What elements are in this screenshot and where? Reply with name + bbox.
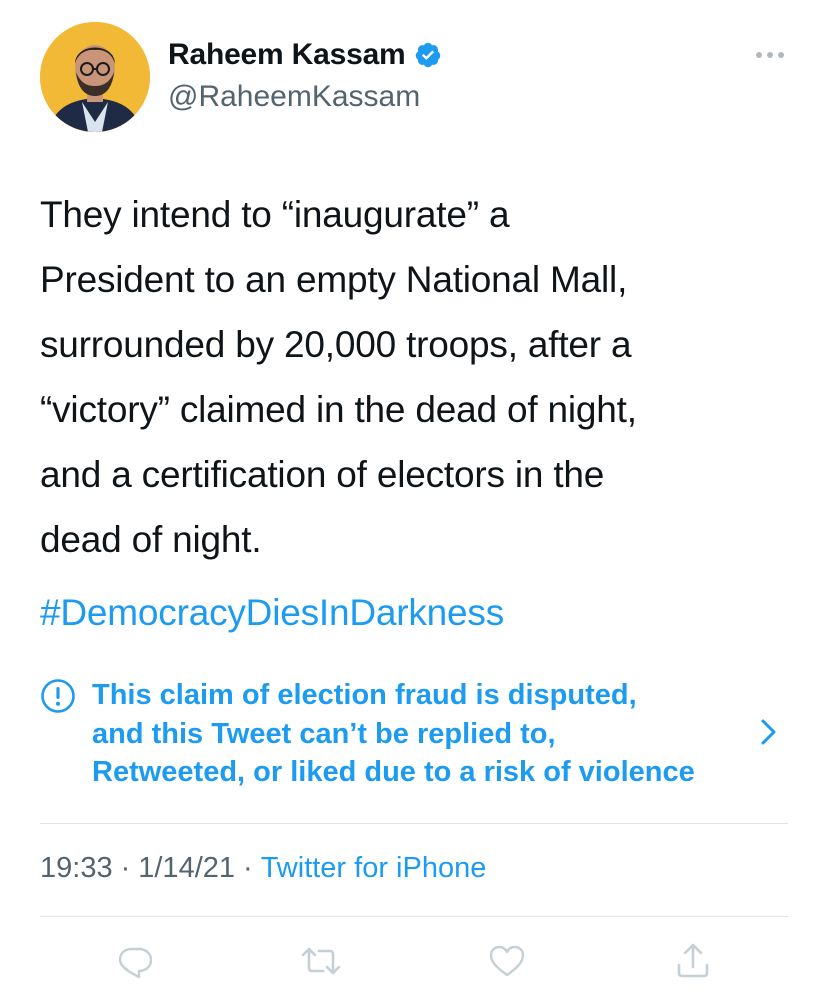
tweet-source-link[interactable]: Twitter for iPhone	[261, 852, 487, 885]
chevron-right-icon[interactable]	[758, 717, 780, 747]
author-name-row: Raheem Kassam	[168, 38, 442, 72]
action-bar	[0, 936, 827, 986]
retweet-icon	[301, 947, 341, 975]
like-icon	[489, 945, 525, 977]
divider	[40, 823, 788, 824]
reply-icon	[118, 947, 153, 979]
reply-button[interactable]	[110, 936, 160, 986]
disputed-claim-notice[interactable]: This claim of election fraud is disputed…	[40, 676, 790, 790]
retweet-button[interactable]	[296, 936, 346, 986]
share-icon	[677, 943, 709, 978]
tweet-text: They intend to “inaugurate” a President …	[40, 194, 637, 560]
author-handle[interactable]: @RaheemKassam	[168, 80, 420, 114]
divider	[40, 916, 788, 917]
tweet-metadata: 19:33 · 1/14/21 · Twitter for iPhone	[40, 852, 486, 885]
tweet-time: 19:33	[40, 852, 113, 884]
author-name[interactable]: Raheem Kassam	[168, 38, 406, 72]
share-button[interactable]	[668, 936, 718, 986]
like-button[interactable]	[482, 936, 532, 986]
hashtag-link[interactable]: #DemocracyDiesInDarkness	[40, 592, 504, 634]
more-options-icon[interactable]	[752, 48, 788, 62]
exclamation-circle-icon	[41, 679, 75, 713]
meta-separator: ·	[120, 852, 131, 884]
tweet-date: 1/14/21	[138, 852, 236, 884]
verified-badge-icon	[415, 42, 440, 68]
avatar[interactable]	[40, 22, 150, 132]
profile-photo-icon	[40, 22, 150, 132]
tweet-detail: Raheem Kassam @RaheemKassam They intend …	[0, 0, 827, 994]
notice-text: This claim of election fraud is disputed…	[92, 679, 695, 788]
meta-separator: ·	[243, 852, 253, 884]
